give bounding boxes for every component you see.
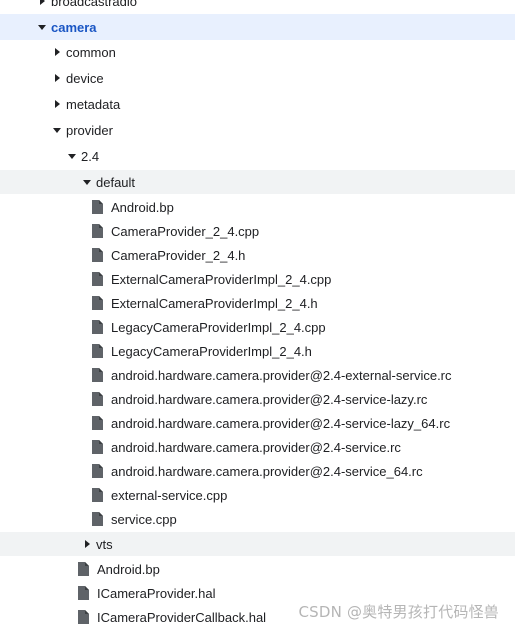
- tree-item-label: ICameraProviderCallback.hal: [97, 609, 267, 625]
- file-icon: [92, 368, 103, 382]
- file-icon: [92, 488, 103, 502]
- tree-folder-broadcastradio[interactable]: broadcastradio: [0, 0, 515, 13]
- tree-file-cameraprovider-h[interactable]: CameraProvider_2_4.h: [0, 243, 515, 267]
- file-icon: [92, 248, 103, 262]
- tree-item-label: Android.bp: [111, 199, 174, 215]
- tree-item-label: provider: [66, 122, 113, 138]
- file-icon: [92, 200, 103, 214]
- file-icon: [92, 224, 103, 238]
- tree-file-android-bp[interactable]: Android.bp: [0, 195, 515, 219]
- triangle-right-icon[interactable]: [80, 537, 94, 551]
- tree-item-label: common: [66, 44, 116, 60]
- file-icon: [92, 296, 103, 310]
- tree-item-label: metadata: [66, 96, 121, 112]
- tree-item-label: camera: [51, 19, 97, 35]
- file-icon: [78, 586, 89, 600]
- tree-file-externalcameraproviderimpl-h[interactable]: ExternalCameraProviderImpl_2_4.h: [0, 291, 515, 315]
- tree-file-android-bp-2-4[interactable]: Android.bp: [0, 557, 515, 581]
- tree-item-label: ExternalCameraProviderImpl_2_4.h: [111, 295, 318, 311]
- tree-folder-2-4[interactable]: 2.4: [0, 144, 515, 168]
- tree-file-service-rc[interactable]: android.hardware.camera.provider@2.4-ser…: [0, 435, 515, 459]
- tree-file-legacycameraproviderimpl-h[interactable]: LegacyCameraProviderImpl_2_4.h: [0, 339, 515, 363]
- tree-item-label: LegacyCameraProviderImpl_2_4.h: [111, 343, 312, 359]
- triangle-right-icon[interactable]: [35, 0, 49, 8]
- tree-folder-default[interactable]: default: [0, 170, 515, 194]
- triangle-down-icon[interactable]: [80, 175, 94, 189]
- tree-item-label: CameraProvider_2_4.cpp: [111, 223, 260, 239]
- tree-item-label: android.hardware.camera.provider@2.4-ser…: [111, 415, 451, 431]
- tree-file-icameraprovidercallback-hal[interactable]: ICameraProviderCallback.hal: [0, 605, 515, 629]
- tree-file-service-cpp[interactable]: service.cpp: [0, 507, 515, 531]
- tree-item-label: 2.4: [81, 148, 100, 164]
- tree-folder-provider[interactable]: provider: [0, 118, 515, 142]
- tree-file-legacycameraproviderimpl-cpp[interactable]: LegacyCameraProviderImpl_2_4.cpp: [0, 315, 515, 339]
- file-icon: [92, 272, 103, 286]
- tree-item-label: CameraProvider_2_4.h: [111, 247, 246, 263]
- tree-item-label: ExternalCameraProviderImpl_2_4.cpp: [111, 271, 332, 287]
- tree-file-service-64-rc[interactable]: android.hardware.camera.provider@2.4-ser…: [0, 459, 515, 483]
- triangle-right-icon[interactable]: [50, 45, 64, 59]
- tree-folder-camera[interactable]: camera: [0, 14, 515, 40]
- file-icon: [92, 440, 103, 454]
- triangle-right-icon[interactable]: [50, 97, 64, 111]
- tree-item-label: vts: [96, 536, 113, 552]
- tree-file-service-lazy-64-rc[interactable]: android.hardware.camera.provider@2.4-ser…: [0, 411, 515, 435]
- tree-file-externalcameraproviderimpl-cpp[interactable]: ExternalCameraProviderImpl_2_4.cpp: [0, 267, 515, 291]
- file-tree: broadcastradio camera common device metadata…: [0, 0, 515, 630]
- tree-item-label: android.hardware.camera.provider@2.4-ser…: [111, 439, 401, 455]
- tree-item-label: ICameraProvider.hal: [97, 585, 216, 601]
- tree-folder-vts[interactable]: vts: [0, 532, 515, 556]
- triangle-down-icon[interactable]: [50, 123, 64, 137]
- tree-folder-common[interactable]: common: [0, 40, 515, 64]
- file-icon: [92, 320, 103, 334]
- tree-file-icameraprovider-hal[interactable]: ICameraProvider.hal: [0, 581, 515, 605]
- file-icon: [92, 512, 103, 526]
- file-icon: [92, 416, 103, 430]
- triangle-right-icon[interactable]: [50, 71, 64, 85]
- tree-item-label: android.hardware.camera.provider@2.4-ser…: [111, 463, 423, 479]
- triangle-down-icon[interactable]: [35, 20, 49, 34]
- file-icon: [92, 344, 103, 358]
- file-icon: [92, 464, 103, 478]
- tree-folder-metadata[interactable]: metadata: [0, 92, 515, 116]
- tree-item-label: android.hardware.camera.provider@2.4-ext…: [111, 367, 452, 383]
- tree-item-label: broadcastradio: [51, 0, 137, 9]
- tree-item-label: service.cpp: [111, 511, 177, 527]
- tree-item-label: android.hardware.camera.provider@2.4-ser…: [111, 391, 428, 407]
- tree-item-label: Android.bp: [97, 561, 160, 577]
- tree-item-label: LegacyCameraProviderImpl_2_4.cpp: [111, 319, 326, 335]
- tree-item-label: default: [96, 174, 136, 190]
- file-icon: [78, 562, 89, 576]
- tree-file-external-service-rc[interactable]: android.hardware.camera.provider@2.4-ext…: [0, 363, 515, 387]
- file-icon: [92, 392, 103, 406]
- triangle-down-icon[interactable]: [65, 149, 79, 163]
- tree-file-service-lazy-rc[interactable]: android.hardware.camera.provider@2.4-ser…: [0, 387, 515, 411]
- tree-item-label: external-service.cpp: [111, 487, 228, 503]
- tree-file-external-service-cpp[interactable]: external-service.cpp: [0, 483, 515, 507]
- tree-file-cameraprovider-cpp[interactable]: CameraProvider_2_4.cpp: [0, 219, 515, 243]
- file-icon: [78, 610, 89, 624]
- tree-folder-device[interactable]: device: [0, 66, 515, 90]
- tree-item-label: device: [66, 70, 104, 86]
